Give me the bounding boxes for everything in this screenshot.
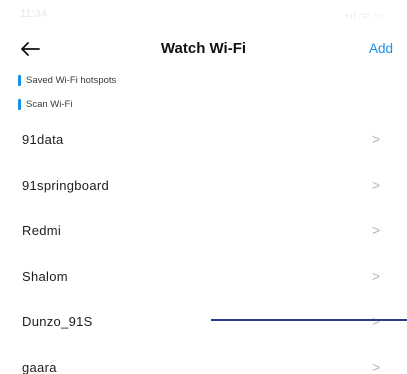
wifi-item-gaara[interactable]: gaara > bbox=[0, 346, 407, 374]
wifi-item-91data[interactable]: 91data > bbox=[0, 118, 407, 164]
watch-wifi-screen: 11:34 •ıl ᯤ ▭ Watch Wi-Fi Add Saved Wi-F… bbox=[0, 0, 407, 374]
page-title: Watch Wi-Fi bbox=[160, 40, 247, 57]
wifi-item-dunzo-91s[interactable]: Dunzo_91S > bbox=[0, 300, 407, 346]
wifi-item-redmi[interactable]: Redmi > bbox=[0, 209, 407, 255]
wifi-list: 91data > 91springboard > Redmi > Shalom … bbox=[0, 118, 407, 374]
wifi-item-91springboard[interactable]: 91springboard > bbox=[0, 164, 407, 210]
section-accent-bar bbox=[18, 74, 21, 86]
chevron-right-icon: > bbox=[372, 313, 381, 329]
chevron-right-icon: > bbox=[372, 176, 381, 193]
chevron-right-icon: > bbox=[372, 222, 381, 238]
scan-wifi-label: Scan Wi-Fi bbox=[26, 98, 73, 110]
chevron-right-icon: > bbox=[372, 267, 381, 284]
wifi-item-shalom[interactable]: Shalom > bbox=[0, 255, 407, 301]
wifi-name: 91springboard bbox=[22, 177, 110, 193]
wifi-name: 91data bbox=[22, 132, 64, 147]
add-button[interactable]: Add bbox=[369, 41, 393, 56]
section-accent-bar bbox=[18, 98, 21, 110]
chevron-right-icon: > bbox=[372, 358, 381, 374]
wifi-name: Shalom bbox=[22, 268, 68, 284]
wifi-name: Dunzo_91S bbox=[22, 314, 93, 329]
header: Watch Wi-Fi Add bbox=[0, 34, 407, 66]
status-time: 11:34 bbox=[20, 8, 47, 20]
wifi-name: gaara bbox=[22, 359, 57, 374]
saved-hotspots-section[interactable]: Saved Wi-Fi hotspots bbox=[18, 72, 116, 88]
scan-wifi-section: Scan Wi-Fi bbox=[18, 96, 72, 112]
saved-hotspots-label: Saved Wi-Fi hotspots bbox=[26, 74, 117, 86]
chevron-right-icon: > bbox=[372, 131, 381, 147]
status-icons: •ıl ᯤ ▭ bbox=[345, 11, 385, 22]
status-bar: 11:34 •ıl ᯤ ▭ bbox=[0, 0, 407, 28]
annotation-line bbox=[211, 319, 407, 321]
wifi-name: Redmi bbox=[22, 223, 62, 238]
